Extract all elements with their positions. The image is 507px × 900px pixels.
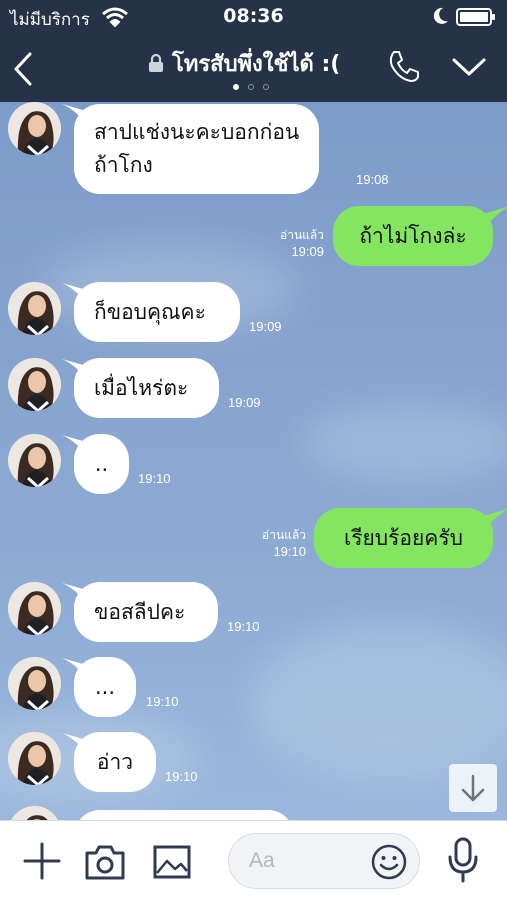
message-text: เรียบร้อยครับ <box>344 526 463 550</box>
message-input[interactable] <box>249 846 369 876</box>
avatar-image <box>8 806 61 820</box>
avatar[interactable] <box>8 732 61 785</box>
incoming-message: อ่าว 19:10 <box>0 732 507 794</box>
status-clock: 08:36 <box>223 5 284 27</box>
avatar[interactable] <box>8 657 61 710</box>
avatar[interactable] <box>8 582 61 635</box>
avatar-image <box>8 358 61 411</box>
incoming-message: เมื่อไหร่ตะ 19:09 <box>0 358 507 420</box>
message-text: เมื่อไหร่ตะ <box>94 376 189 400</box>
message-time: 19:10 <box>165 769 198 784</box>
read-receipt: อ่านแล้ว <box>262 528 306 542</box>
chat-message-list[interactable]: สาปแช่งนะคะบอกก่อน ถ้าโกง 19:08 อ่านแล้ว… <box>0 102 507 820</box>
incoming-message: สาปแช่งนะคะบอกก่อน ถ้าโกง 19:08 <box>0 102 507 202</box>
message-time: 19:10 <box>273 544 306 559</box>
status-bar: ไม่มีบริการ 08:36 <box>0 0 507 34</box>
avatar-image <box>8 732 61 785</box>
message-time: 19:09 <box>249 319 282 334</box>
chevron-down-icon[interactable] <box>450 54 488 80</box>
message-time: 19:09 <box>291 244 324 259</box>
message-input-field[interactable] <box>228 833 420 889</box>
message-text: ถ้าไม่โกงล่ะ <box>359 224 467 248</box>
page-indicator <box>233 84 269 90</box>
message-bubble[interactable]: อ่าว <box>74 732 156 792</box>
incoming-message: ... 19:10 <box>0 657 507 719</box>
avatar-image <box>8 657 61 710</box>
incoming-message: ขอสลีปคะ 19:10 <box>0 582 507 644</box>
scroll-to-bottom-button[interactable] <box>449 764 497 812</box>
avatar[interactable] <box>8 102 61 155</box>
arrow-down-icon <box>461 774 485 802</box>
message-bubble[interactable]: ขอสลีปคะ <box>74 582 218 642</box>
message-text: ... <box>94 675 116 699</box>
emoji-icon[interactable] <box>371 844 407 880</box>
incoming-message: .. 19:10 <box>0 434 507 496</box>
phone-icon[interactable] <box>386 48 420 84</box>
avatar-image <box>8 582 61 635</box>
message-bubble[interactable]: เมื่อไหร่ตะ <box>74 358 219 418</box>
moon-icon <box>433 7 448 24</box>
message-bubble[interactable]: สาปแช่งนะคะบอกก่อน ถ้าโกง <box>74 104 320 194</box>
message-text: อ่าว <box>96 750 134 774</box>
message-bubble[interactable]: เรียบร้อยครับ <box>314 508 493 568</box>
message-time: 19:10 <box>227 619 260 634</box>
message-bubble[interactable]: .. <box>74 434 129 494</box>
avatar[interactable] <box>8 806 61 820</box>
back-chevron-icon[interactable] <box>8 42 48 92</box>
message-text: ก็ขอบคุณคะ <box>94 300 206 324</box>
lock-icon <box>149 53 163 72</box>
message-time: 19:09 <box>228 395 261 410</box>
microphone-icon[interactable] <box>446 837 480 883</box>
avatar-image <box>8 282 61 335</box>
message-text: ขอสลีปคะ <box>94 600 186 624</box>
incoming-message: ก็ขอบคุณคะ 19:09 <box>0 282 507 344</box>
bubble-tail <box>483 207 507 228</box>
page-dot-active <box>233 84 239 90</box>
plus-icon[interactable] <box>22 841 62 881</box>
message-time: 19:08 <box>356 172 389 187</box>
message-bubble[interactable]: ... <box>74 657 136 717</box>
outgoing-message: อ่านแล้ว 19:09 ถ้าไม่โกงล่ะ <box>0 206 507 268</box>
avatar[interactable] <box>8 282 61 335</box>
read-receipt: อ่านแล้ว <box>280 228 324 242</box>
message-toolbar <box>0 820 507 900</box>
message-time: 19:10 <box>146 694 179 709</box>
battery-icon <box>456 8 495 26</box>
page-dot <box>263 84 269 90</box>
message-text: ถ้าโกง <box>94 153 153 177</box>
avatar-image <box>8 434 61 487</box>
message-bubble[interactable] <box>74 810 294 820</box>
outgoing-message: อ่านแล้ว 19:10 เรียบร้อยครับ <box>0 508 507 570</box>
page-dot <box>248 84 254 90</box>
message-bubble[interactable]: ถ้าไม่โกงล่ะ <box>333 206 493 266</box>
avatar[interactable] <box>8 358 61 411</box>
image-icon[interactable] <box>152 843 192 881</box>
message-bubble[interactable]: ก็ขอบคุณคะ <box>74 282 240 342</box>
message-time: 19:10 <box>138 471 171 486</box>
chat-title: โทรสับพึ่งใช้ได้ :( <box>172 51 341 77</box>
bubble-tail <box>483 509 507 530</box>
message-text: .. <box>94 452 109 476</box>
incoming-message <box>0 806 507 820</box>
avatar-image <box>8 102 61 155</box>
chat-header: ไม่มีบริการ 08:36 โทรสับพึ่งใช้ได้ :( <box>0 0 507 102</box>
message-text: สาปแช่งนะคะบอกก่อน <box>94 120 300 144</box>
chat-title-group[interactable]: โทรสับพึ่งใช้ได้ :( <box>148 48 340 78</box>
avatar[interactable] <box>8 434 61 487</box>
navigation-bar: โทรสับพึ่งใช้ได้ :( <box>0 34 507 102</box>
camera-icon[interactable] <box>84 843 126 881</box>
